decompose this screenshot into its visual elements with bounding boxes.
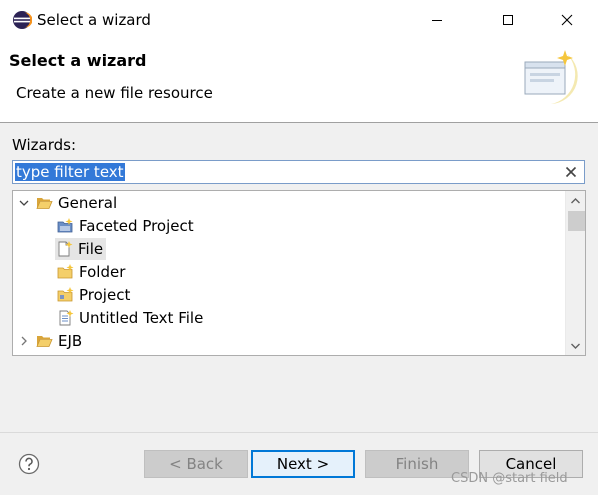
banner-description: Create a new file resource xyxy=(16,84,213,102)
maximize-icon xyxy=(503,15,513,25)
minimize-button[interactable] xyxy=(414,0,460,40)
scroll-up-icon[interactable] xyxy=(570,196,581,207)
window-title: Select a wizard xyxy=(37,11,151,29)
watermark: CSDN @start field xyxy=(451,471,568,486)
tree-item-general[interactable]: General xyxy=(18,192,117,214)
scroll-down-icon[interactable] xyxy=(570,340,581,351)
filter-input[interactable]: type filter text xyxy=(12,160,585,184)
folder-open-icon xyxy=(36,336,53,347)
chevron-right-icon[interactable] xyxy=(18,335,30,347)
maximize-button[interactable] xyxy=(485,0,531,40)
tree-item-ejb[interactable]: EJB xyxy=(18,330,82,352)
wizard-banner: Select a wizard Create a new file resour… xyxy=(0,40,598,123)
tree-item-label: Project xyxy=(79,286,131,304)
new-project-icon xyxy=(57,287,74,302)
tree-item-label: Faceted Project xyxy=(79,217,194,235)
folder-open-icon xyxy=(36,198,53,209)
close-button[interactable] xyxy=(544,0,590,40)
clear-icon[interactable] xyxy=(564,165,578,179)
new-folder-icon xyxy=(57,264,74,279)
close-icon xyxy=(561,14,573,26)
tree-item-faceted-project[interactable]: Faceted Project xyxy=(57,215,194,237)
tree-item-file[interactable]: File xyxy=(55,238,107,260)
help-icon[interactable] xyxy=(18,453,40,475)
chevron-down-icon[interactable] xyxy=(18,197,30,209)
tree-item-folder[interactable]: Folder xyxy=(57,261,125,283)
scroll-thumb[interactable] xyxy=(568,211,585,231)
wizards-label: Wizards: xyxy=(12,136,77,154)
banner-title: Select a wizard xyxy=(9,51,147,70)
button-bar-separator xyxy=(0,432,598,433)
title-bar: Select a wizard xyxy=(0,0,598,40)
tree-item-project[interactable]: Project xyxy=(57,284,130,306)
back-button[interactable]: < Back xyxy=(144,450,248,478)
eclipse-logo-icon xyxy=(13,11,32,29)
tree-scrollbar[interactable] xyxy=(565,191,585,355)
minimize-icon xyxy=(432,20,442,21)
next-button[interactable]: Next > xyxy=(251,450,355,478)
wizard-tree[interactable]: General Faceted Project File Folder Proj… xyxy=(12,190,586,356)
tree-item-label: File xyxy=(78,240,104,258)
wizard-banner-icon xyxy=(524,50,578,104)
faceted-project-icon xyxy=(57,218,73,233)
tree-item-untitled-text-file[interactable]: Untitled Text File xyxy=(57,307,203,329)
tree-item-label: Untitled Text File xyxy=(79,309,204,327)
new-file-icon xyxy=(58,241,73,257)
text-file-icon xyxy=(59,310,74,326)
filter-text: type filter text xyxy=(15,163,125,181)
tree-item-label: EJB xyxy=(58,332,83,350)
tree-item-label: General xyxy=(58,194,118,212)
tree-item-label: Folder xyxy=(79,263,126,281)
